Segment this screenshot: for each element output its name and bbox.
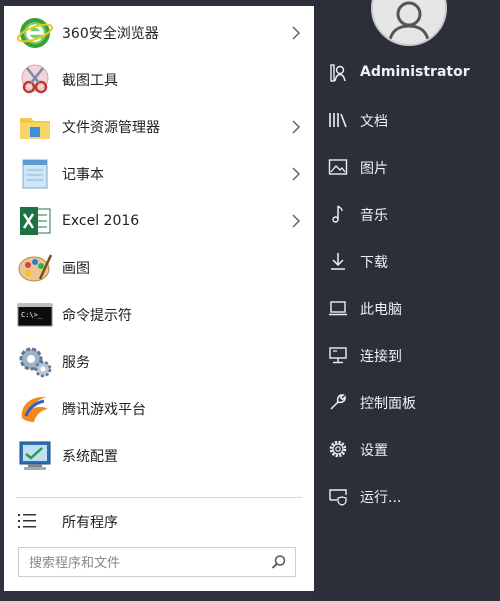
chevron-right-icon[interactable] xyxy=(290,119,302,135)
wrench-icon xyxy=(328,392,348,412)
place-item-connect-to[interactable]: 连接到 xyxy=(314,337,500,373)
place-item-run[interactable]: 运行... xyxy=(314,478,500,514)
system-config-icon xyxy=(16,439,54,473)
program-label: 系统配置 xyxy=(62,449,118,465)
chevron-right-icon[interactable] xyxy=(290,166,302,182)
search-box[interactable] xyxy=(18,547,296,577)
place-label: 设置 xyxy=(360,443,388,459)
program-item-system-config[interactable]: 系统配置 xyxy=(4,433,314,479)
program-label: 记事本 xyxy=(62,167,104,183)
svg-text:C:\>_: C:\>_ xyxy=(21,311,43,319)
place-item-pictures[interactable]: 图片 xyxy=(314,149,500,185)
program-item-file-explorer[interactable]: 文件资源管理器 xyxy=(4,104,314,150)
place-label: 下载 xyxy=(360,255,388,271)
all-programs-label: 所有程序 xyxy=(62,515,118,531)
program-item-paint[interactable]: 画图 xyxy=(4,245,314,291)
program-label: 截图工具 xyxy=(62,73,118,89)
places-panel: Administrator 文档 图片 音乐 下载 此电脑 连接到 控制面板 设… xyxy=(314,0,500,601)
place-item-settings[interactable]: 设置 xyxy=(314,431,500,467)
excel-icon xyxy=(16,204,54,238)
place-label: 文档 xyxy=(360,114,388,130)
download-icon xyxy=(328,251,348,271)
program-item-notepad[interactable]: 记事本 xyxy=(4,151,314,197)
list-icon xyxy=(18,513,38,529)
program-label: 360安全浏览器 xyxy=(62,26,159,42)
place-label: 音乐 xyxy=(360,208,388,224)
place-label: 连接到 xyxy=(360,349,402,365)
program-item-excel[interactable]: Excel 2016 xyxy=(4,198,314,244)
place-item-music[interactable]: 音乐 xyxy=(314,196,500,232)
gear-icon xyxy=(328,439,348,459)
program-item-tencent-games[interactable]: 腾讯游戏平台 xyxy=(4,386,314,432)
all-programs-button[interactable]: 所有程序 xyxy=(4,503,314,539)
place-label: 控制面板 xyxy=(360,396,416,412)
user-name: Administrator xyxy=(360,64,470,80)
place-label: 此电脑 xyxy=(360,302,402,318)
notepad-icon xyxy=(16,157,54,191)
programs-panel: 360安全浏览器 截图工具 文件资源管理器 记事本 Excel 2016 画图 … xyxy=(4,6,314,591)
place-item-control-panel[interactable]: 控制面板 xyxy=(314,384,500,420)
user-account[interactable]: Administrator xyxy=(314,55,500,91)
place-item-documents[interactable]: 文档 xyxy=(314,102,500,138)
program-item-cmd[interactable]: C:\>_ 命令提示符 xyxy=(4,292,314,338)
chevron-right-icon[interactable] xyxy=(290,25,302,41)
program-label: 腾讯游戏平台 xyxy=(62,402,146,418)
user-icon xyxy=(328,63,348,83)
search-input[interactable] xyxy=(27,552,261,574)
place-label: 图片 xyxy=(360,161,388,177)
program-item-snipping-tool[interactable]: 截图工具 xyxy=(4,57,314,103)
run-icon xyxy=(328,486,348,506)
program-item-services[interactable]: 服务 xyxy=(4,339,314,385)
start-menu: 360安全浏览器 截图工具 文件资源管理器 记事本 Excel 2016 画图 … xyxy=(0,0,500,601)
place-item-downloads[interactable]: 下载 xyxy=(314,243,500,279)
program-label: 画图 xyxy=(62,261,90,277)
music-note-icon xyxy=(328,204,348,224)
connect-monitor-icon xyxy=(328,345,348,365)
laptop-icon xyxy=(328,298,348,318)
program-label: 文件资源管理器 xyxy=(62,120,160,136)
search-icon[interactable] xyxy=(271,554,287,570)
divider xyxy=(16,497,302,498)
avatar[interactable] xyxy=(371,0,447,46)
tencent-games-icon xyxy=(16,392,54,426)
cmd-icon: C:\>_ xyxy=(16,298,54,332)
program-label: 服务 xyxy=(62,355,90,371)
services-gear-icon xyxy=(16,345,54,379)
program-label: 命令提示符 xyxy=(62,308,132,324)
place-label: 运行... xyxy=(360,490,402,506)
360-browser-icon xyxy=(16,16,54,50)
picture-icon xyxy=(328,157,348,177)
library-icon xyxy=(328,110,348,130)
paint-icon xyxy=(16,251,54,285)
folder-icon xyxy=(16,110,54,144)
program-item-360-browser[interactable]: 360安全浏览器 xyxy=(4,10,314,56)
place-item-this-pc[interactable]: 此电脑 xyxy=(314,290,500,326)
program-label: Excel 2016 xyxy=(62,213,140,229)
chevron-right-icon[interactable] xyxy=(290,213,302,229)
snipping-tool-icon xyxy=(16,63,54,97)
